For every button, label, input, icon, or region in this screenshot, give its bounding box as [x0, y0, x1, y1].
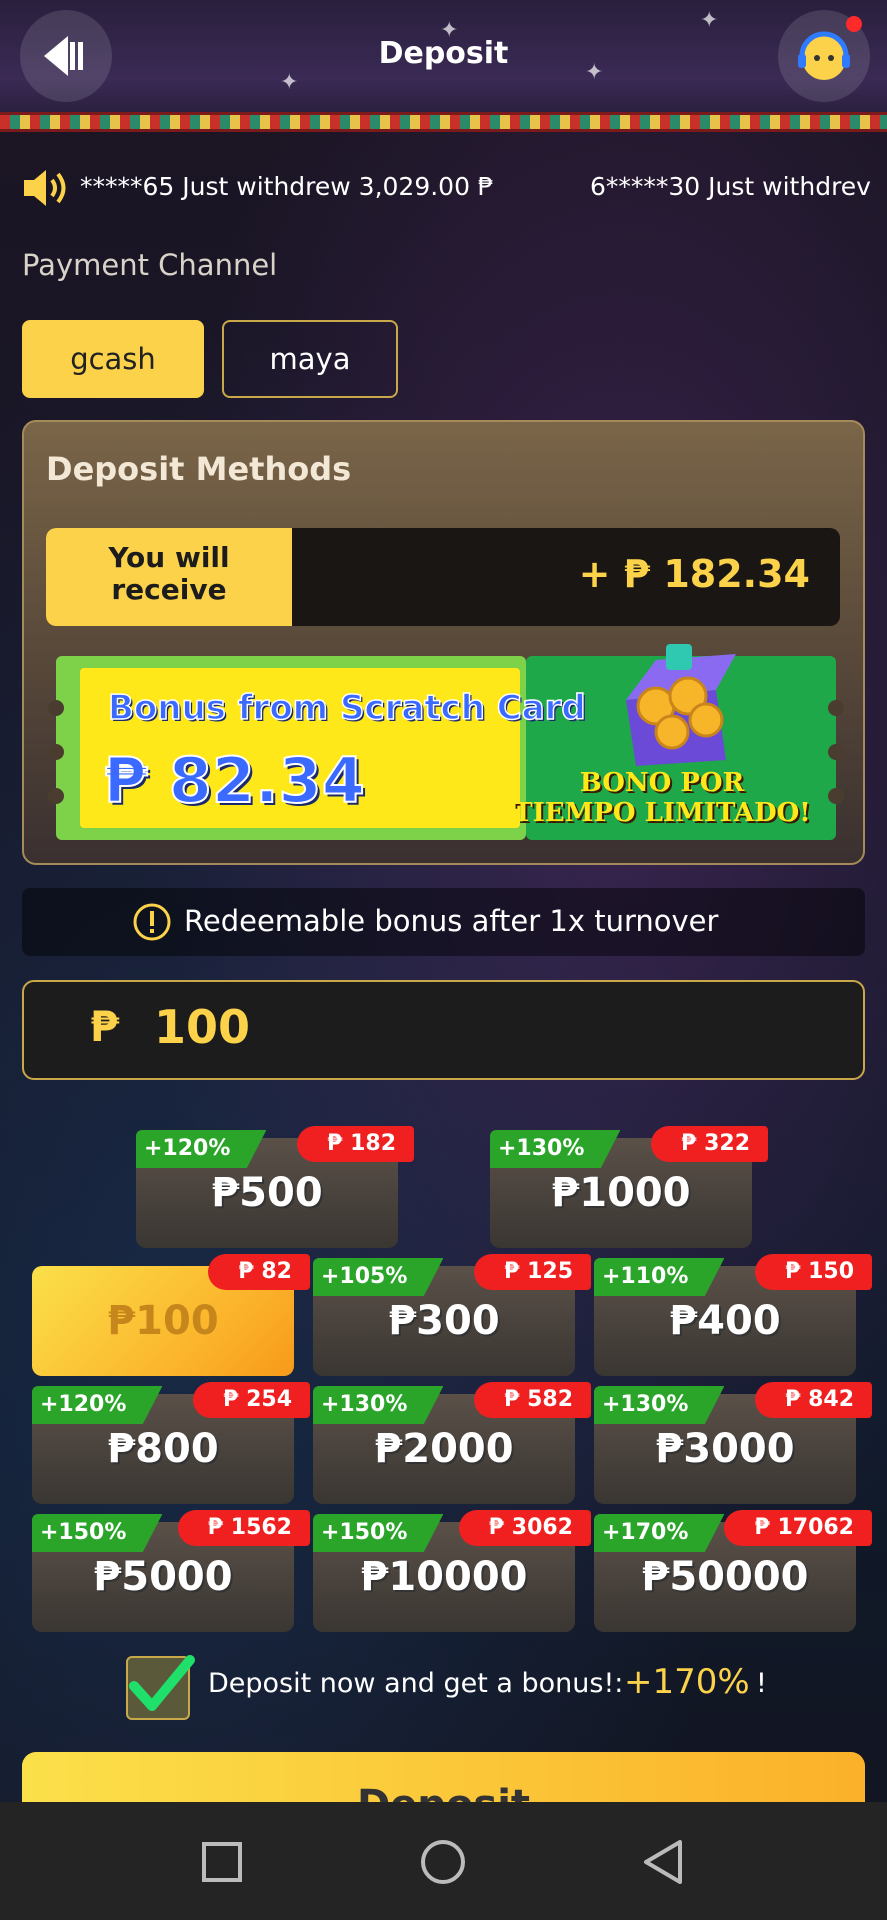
- bonus-percent-tag: +105%: [313, 1258, 444, 1296]
- bonus-percent-tag: +120%: [136, 1130, 267, 1168]
- recents-icon[interactable]: [190, 1830, 254, 1894]
- scratch-card-title: Bonus from Scratch Card: [107, 687, 586, 729]
- channel-maya-button[interactable]: maya: [222, 320, 398, 398]
- bonus-opt-in-suffix: !: [756, 1668, 767, 1699]
- amount-option-value: ₱400: [669, 1298, 781, 1344]
- amount-option-card[interactable]: ₱3000 +130% ₱ 842: [594, 1382, 872, 1504]
- support-agent-icon: [798, 31, 850, 80]
- decorative-border: [0, 112, 887, 132]
- treasure-chest-icon: [626, 644, 736, 766]
- notification-dot: [846, 16, 862, 32]
- bonus-amount-tag: ₱ 82: [208, 1254, 310, 1290]
- promo-line-2: TIEMPO LIMITADO!: [513, 798, 811, 828]
- amount-option-card[interactable]: ₱800 +120% ₱ 254: [32, 1382, 310, 1504]
- bonus-percent-tag: +150%: [32, 1514, 163, 1552]
- ticket-notch: [828, 744, 844, 760]
- amount-option-value: ₱50000: [641, 1554, 809, 1600]
- bonus-amount-tag: ₱ 125: [474, 1254, 591, 1290]
- bonus-opt-in-percent: +170%: [624, 1662, 750, 1702]
- back-nav-icon[interactable]: [632, 1830, 696, 1894]
- bonus-amount-tag: ₱ 150: [755, 1254, 872, 1290]
- bonus-percent-tag: +130%: [313, 1386, 444, 1424]
- amount-option-card[interactable]: ₱500 +120% ₱ 182: [136, 1126, 414, 1248]
- star-decoration: ✦: [700, 8, 719, 33]
- payment-channel-title: Payment Channel: [22, 248, 278, 282]
- receive-value: + ₱ 182.34: [578, 552, 810, 596]
- amount-option-value: ₱1000: [551, 1170, 691, 1216]
- bonus-amount-tag: ₱ 322: [651, 1126, 768, 1162]
- amount-option-card[interactable]: ₱100 ₱ 82: [32, 1254, 310, 1376]
- bonus-percent-tag: +110%: [594, 1258, 725, 1296]
- checkmark-icon: [129, 1655, 195, 1711]
- bonus-percent-tag: +170%: [594, 1514, 725, 1552]
- page-title: Deposit: [378, 36, 509, 71]
- marquee-item: *****65 Just withdrew 3,029.00 ₱: [80, 172, 494, 201]
- amount-option-card[interactable]: ₱10000 +150% ₱ 3062: [313, 1510, 591, 1632]
- bonus-percent-tag: +150%: [313, 1514, 444, 1552]
- amount-option-value: ₱800: [107, 1426, 219, 1472]
- alert-icon: [133, 903, 171, 941]
- amount-option-value: ₱300: [388, 1298, 500, 1344]
- scratch-card-value: ₱ 82.34: [103, 743, 366, 818]
- bonus-opt-in-text: Deposit now and get a bonus!:: [208, 1668, 624, 1699]
- bonus-percent-tag: +130%: [594, 1386, 725, 1424]
- ticket-notch: [48, 700, 64, 716]
- home-icon[interactable]: [411, 1830, 475, 1894]
- bonus-percent-tag: +130%: [490, 1130, 621, 1168]
- amount-input[interactable]: [22, 980, 865, 1080]
- ticket-notch: [828, 788, 844, 804]
- turnover-note: Redeemable bonus after 1x turnover: [184, 904, 719, 938]
- bonus-amount-tag: ₱ 17062: [724, 1510, 872, 1546]
- ticket-notch: [48, 744, 64, 760]
- amount-option-card[interactable]: ₱2000 +130% ₱ 582: [313, 1382, 591, 1504]
- amount-option-card[interactable]: ₱50000 +170% ₱ 17062: [594, 1510, 872, 1632]
- amount-option-value: ₱2000: [374, 1426, 514, 1472]
- amount-option-card[interactable]: ₱1000 +130% ₱ 322: [490, 1126, 768, 1248]
- amount-option-card[interactable]: ₱300 +105% ₱ 125: [313, 1254, 591, 1376]
- ticket-notch: [48, 788, 64, 804]
- promo-text: BONO POR TIEMPO LIMITADO!: [512, 768, 812, 828]
- bonus-amount-tag: ₱ 1562: [177, 1510, 310, 1546]
- promo-line-1: BONO POR: [579, 768, 745, 798]
- amount-option-value: ₱500: [211, 1170, 323, 1216]
- bonus-amount-tag: ₱ 182: [297, 1126, 414, 1162]
- amount-option-value: ₱5000: [93, 1554, 233, 1600]
- amount-option-value: ₱10000: [360, 1554, 528, 1600]
- amount-option-card[interactable]: ₱5000 +150% ₱ 1562: [32, 1510, 310, 1632]
- bonus-amount-tag: ₱ 582: [474, 1382, 591, 1418]
- ticket-notch: [828, 700, 844, 716]
- channel-gcash-button[interactable]: gcash: [22, 320, 204, 398]
- deposit-methods-title: Deposit Methods: [46, 450, 352, 488]
- amount-option-card[interactable]: ₱400 +110% ₱ 150: [594, 1254, 872, 1376]
- amount-value: 100: [154, 1000, 251, 1054]
- bonus-amount-tag: ₱ 842: [755, 1382, 872, 1418]
- marquee-item: 6*****30 Just withdrev: [590, 172, 871, 201]
- amount-currency: ₱: [90, 1002, 120, 1051]
- star-decoration: ✦: [280, 70, 299, 95]
- receive-label: You will receive: [108, 541, 230, 606]
- amount-option-value: ₱100: [107, 1298, 219, 1344]
- bonus-amount-tag: ₱ 3062: [458, 1510, 591, 1546]
- amount-option-value: ₱3000: [655, 1426, 795, 1472]
- speaker-icon: [24, 170, 66, 206]
- bonus-percent-tag: +120%: [32, 1386, 163, 1424]
- bonus-amount-tag: ₱ 254: [193, 1382, 310, 1418]
